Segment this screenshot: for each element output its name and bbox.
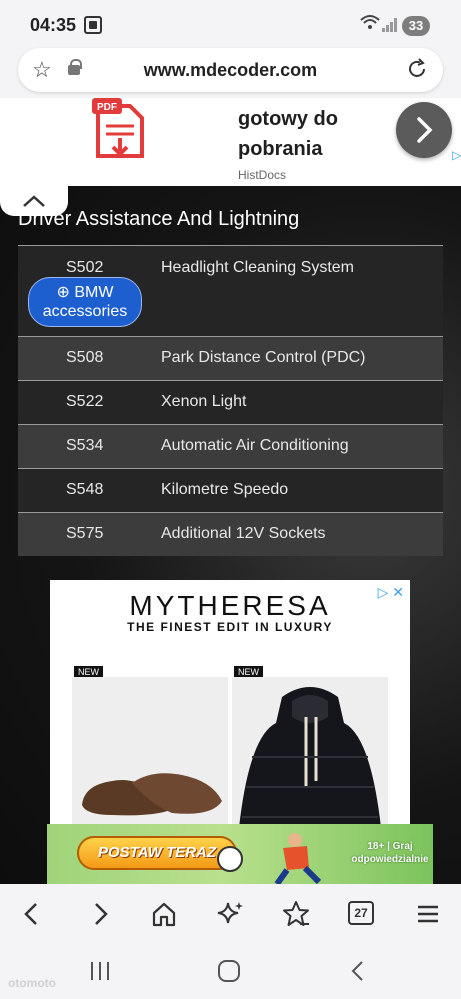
ad-legal-line-2: odpowiedzialnie: [351, 854, 429, 865]
section-title: Driver Assistance And Lightning: [18, 208, 300, 230]
pdf-label: PDF: [97, 102, 117, 113]
bmw-button-label-2: accessories: [42, 303, 128, 320]
plus-circle-icon: ⊕: [56, 284, 70, 301]
tabs-count-button[interactable]: 27: [348, 901, 374, 925]
back-nav-icon[interactable]: [344, 958, 372, 984]
ad-legal-text: 18+ | Graj odpowiedzialnie: [347, 840, 433, 866]
option-name: Park Distance Control (PDC): [161, 349, 366, 366]
sparkle-icon[interactable]: [214, 898, 246, 930]
ad-headline[interactable]: gotowy do pobrania: [238, 104, 398, 164]
ad-cta-button[interactable]: POSTAW TERAZ: [77, 836, 237, 870]
bookmarks-star-icon[interactable]: [280, 898, 312, 930]
battery-indicator: 33: [402, 16, 430, 36]
chevron-right-icon: [417, 117, 433, 143]
product-tile-loafers[interactable]: [72, 677, 228, 830]
screenshot-icon: [84, 16, 102, 34]
ad-tagline: THE FINEST EDIT IN LUXURY: [127, 620, 333, 634]
option-code: S508: [66, 349, 104, 366]
table-row[interactable]: S575 Additional 12V Sockets: [18, 512, 443, 556]
status-bar: 04:35 33: [0, 0, 461, 46]
bmw-button-label-1: BMW: [74, 284, 114, 301]
ad-sponsor: HistDocs: [238, 168, 287, 182]
option-code: S502: [66, 259, 104, 276]
table-row[interactable]: S534 Automatic Air Conditioning: [18, 424, 443, 468]
adchoices-icon[interactable]: ▷ ✕: [378, 584, 404, 601]
loafer-shoes-image: [82, 773, 222, 816]
status-time: 04:35: [30, 15, 77, 35]
browser-toolbar: 27: [0, 884, 461, 944]
puffer-jacket-image: [238, 687, 382, 830]
bmw-accessories-button[interactable]: ⊕ BMW accessories: [28, 277, 142, 327]
signal-icon: [382, 18, 397, 32]
url-text[interactable]: www.mdecoder.com: [18, 60, 443, 81]
wifi-icon: [360, 14, 380, 35]
ad-brand-logo: MYTHERESA: [129, 590, 331, 621]
table-row[interactable]: S502 Headlight Cleaning System ⊕ BMW acc…: [18, 245, 443, 336]
top-ad-banner[interactable]: PDF gotowy do pobrania HistDocs: [0, 98, 461, 186]
browser-url-area: ☆ www.mdecoder.com: [0, 46, 461, 98]
option-code: S548: [66, 481, 104, 498]
back-arrow-icon[interactable]: [16, 898, 48, 930]
mytheresa-ad[interactable]: MYTHERESA THE FINEST EDIT IN LUXURY ▷ ✕ …: [50, 580, 410, 830]
option-name: Xenon Light: [161, 393, 247, 410]
option-name: Kilometre Speedo: [161, 481, 289, 498]
watermark: otomoto: [8, 976, 56, 990]
option-code: S522: [66, 393, 104, 410]
pdf-download-icon: PDF: [92, 98, 144, 158]
options-table: S502 Headlight Cleaning System ⊕ BMW acc…: [18, 245, 443, 556]
system-navigation-bar: [0, 944, 461, 999]
reload-icon[interactable]: [405, 57, 429, 81]
table-row[interactable]: S548 Kilometre Speedo: [18, 468, 443, 512]
ad-legal-line-1: 18+ | Graj: [367, 841, 413, 852]
home-nav-icon[interactable]: [215, 958, 243, 984]
adchoices-icon[interactable]: ▷: [452, 148, 461, 162]
recent-apps-icon[interactable]: [86, 958, 114, 984]
menu-icon[interactable]: [412, 898, 444, 930]
football-icon: [217, 846, 243, 872]
product-tile-jacket[interactable]: [232, 677, 388, 830]
url-bar[interactable]: ☆ www.mdecoder.com: [18, 48, 443, 92]
option-name: Automatic Air Conditioning: [161, 437, 349, 454]
home-icon[interactable]: [148, 898, 180, 930]
ad-next-button[interactable]: [396, 102, 452, 158]
option-code: S534: [66, 437, 104, 454]
table-row[interactable]: S508 Park Distance Control (PDC): [18, 336, 443, 380]
option-name: Headlight Cleaning System: [161, 259, 354, 276]
option-code: S575: [66, 525, 104, 542]
table-row[interactable]: S522 Xenon Light: [18, 380, 443, 424]
forward-arrow-icon[interactable]: [84, 898, 116, 930]
betting-ad-banner[interactable]: POSTAW TERAZ 18+ | Graj odpowiedzialnie: [47, 824, 433, 884]
player-image: [274, 833, 322, 884]
option-name: Additional 12V Sockets: [161, 525, 326, 542]
